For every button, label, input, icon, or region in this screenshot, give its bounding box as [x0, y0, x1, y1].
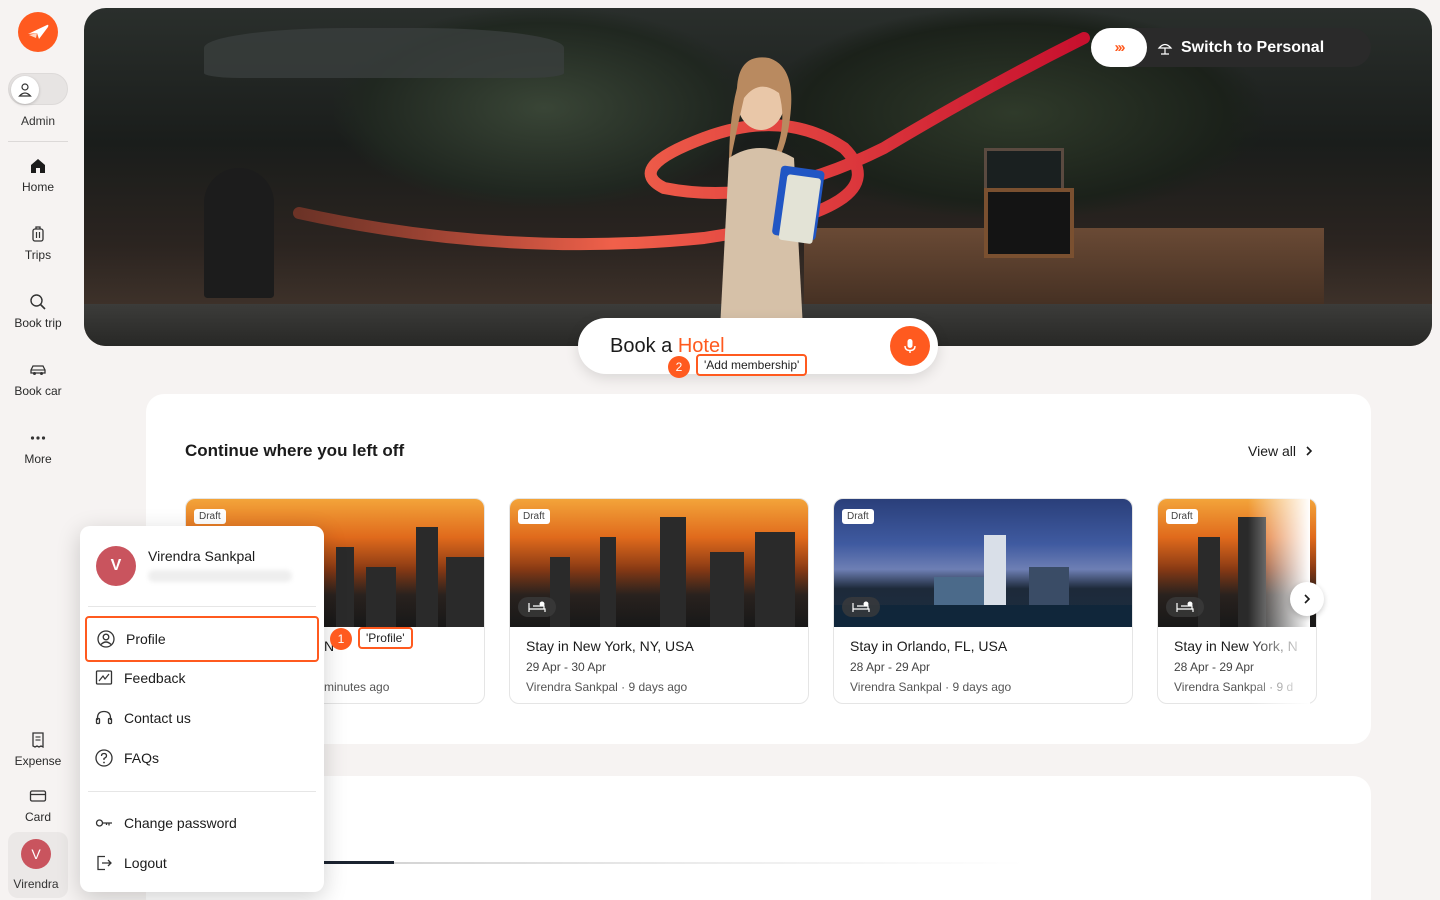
- menu-item-faqs[interactable]: FAQs: [94, 738, 310, 778]
- avatar[interactable]: V: [21, 839, 51, 869]
- user-label: Virendra: [13, 877, 59, 891]
- card-meta: minutes ago: [324, 680, 390, 694]
- chevron-right-icon: [1306, 446, 1313, 456]
- menu-item-label: Contact us: [124, 710, 191, 726]
- search-prefix: Book a: [610, 335, 678, 357]
- trip-card[interactable]: Draft Stay in Orlando, FL, USA 28 Apr - …: [833, 498, 1133, 704]
- hotel-bed-icon: [842, 597, 880, 617]
- sidebar-item-book-car[interactable]: Book car: [0, 360, 76, 398]
- view-all-link[interactable]: View all: [1248, 443, 1314, 459]
- sidebar-item-label: Book car: [14, 384, 62, 398]
- question-icon: [95, 749, 113, 767]
- luggage-icon: [32, 226, 44, 242]
- sidebar-item-home[interactable]: Home: [0, 156, 76, 194]
- annotation-label: 'Profile': [358, 627, 413, 649]
- section-title: Continue where you left off: [185, 441, 405, 460]
- car-icon: [30, 365, 46, 375]
- hero-banner: ››› Switch to Personal: [84, 8, 1432, 346]
- sidebar-item-label: Book trip: [14, 316, 62, 330]
- menu-item-logout[interactable]: Logout: [94, 843, 310, 883]
- home-icon: [31, 159, 45, 173]
- sidebar-item-label: More: [24, 452, 52, 466]
- menu-item-profile[interactable]: Profile: [85, 616, 319, 662]
- hotel-bed-icon: [1166, 597, 1204, 617]
- menu-item-label: Profile: [126, 631, 166, 647]
- card-image: Draft: [834, 499, 1132, 627]
- progress-track: [324, 862, 1024, 864]
- beach-umbrella-icon: [1157, 43, 1173, 55]
- secondary-section: [146, 776, 1371, 900]
- chevron-right-icon: [1304, 594, 1311, 604]
- card-dates: 28 Apr - 29 Apr: [850, 660, 931, 674]
- sidebar-item-expense[interactable]: Expense: [0, 730, 76, 768]
- receipt-icon: [32, 732, 44, 749]
- sidebar-item-label: Card: [24, 810, 51, 824]
- annotation-label: 'Add membership': [696, 354, 808, 376]
- user-name: Virendra Sankpal: [148, 548, 256, 564]
- app-logo[interactable]: [18, 12, 58, 52]
- draft-badge: Draft: [194, 509, 226, 524]
- credit-card-icon: [29, 790, 47, 802]
- menu-item-contact-us[interactable]: Contact us: [94, 698, 310, 738]
- admin-toggle[interactable]: [8, 73, 68, 105]
- microphone-icon: [904, 339, 916, 353]
- menu-item-label: Logout: [124, 855, 167, 871]
- forward-arrows-icon: ›››: [1091, 28, 1147, 67]
- hero-woman-illustration: [719, 57, 825, 346]
- sidebar-item-label: Expense: [14, 754, 62, 768]
- card-dates: 29 Apr - 30 Apr: [526, 660, 607, 674]
- progress-indicator: [324, 861, 394, 864]
- admin-label: Admin: [20, 114, 55, 128]
- draft-badge: Draft: [1166, 509, 1198, 524]
- logout-icon: [97, 855, 112, 871]
- sidebar-item-trips[interactable]: Trips: [0, 224, 76, 262]
- hotel-bed-icon: [518, 597, 556, 617]
- menu-item-label: Change password: [124, 815, 237, 831]
- menu-divider: [88, 791, 316, 792]
- plane-logo-icon: [28, 24, 49, 39]
- sidebar-divider: [8, 141, 68, 142]
- menu-item-feedback[interactable]: Feedback: [94, 658, 310, 698]
- switch-to-personal-button[interactable]: ››› Switch to Personal: [1091, 28, 1371, 67]
- card-meta: Virendra Sankpal · 9 days ago: [526, 680, 688, 694]
- headset-icon: [95, 710, 113, 725]
- key-icon: [95, 819, 112, 827]
- view-all-label: View all: [1248, 443, 1296, 459]
- menu-divider: [88, 606, 316, 607]
- carousel-next-button[interactable]: [1290, 582, 1324, 616]
- avatar: V: [96, 546, 136, 586]
- card-dates: 28 Apr - 29 Apr: [1174, 660, 1255, 674]
- menu-item-change-password[interactable]: Change password: [94, 803, 310, 843]
- sidebar-item-label: Home: [21, 180, 54, 194]
- more-dots-icon: [30, 436, 46, 440]
- draft-badge: Draft: [518, 509, 550, 524]
- card-title: Stay in Orlando, FL, USA: [850, 638, 1008, 654]
- sidebar-item-book-trip[interactable]: Book trip: [0, 292, 76, 330]
- user-icon: [11, 76, 39, 104]
- card-title: Stay in New York, NY, USA: [526, 638, 694, 654]
- annotation-marker: 1: [330, 628, 352, 650]
- annotation-marker: 2: [668, 356, 690, 378]
- switch-label: Switch to Personal: [1181, 38, 1325, 56]
- card-image: Draft: [510, 499, 808, 627]
- sidebar-item-card[interactable]: Card: [0, 786, 76, 824]
- feedback-icon: [95, 670, 113, 685]
- menu-item-label: Feedback: [124, 670, 186, 686]
- profile-icon: [97, 630, 115, 648]
- card-meta: Virendra Sankpal · 9 days ago: [850, 680, 1012, 694]
- user-email-redacted: [148, 570, 292, 582]
- sidebar: Admin Home Trips Book trip Book car More…: [0, 0, 76, 900]
- draft-badge: Draft: [842, 509, 874, 524]
- menu-item-label: FAQs: [124, 750, 160, 766]
- sidebar-item-more[interactable]: More: [0, 428, 76, 466]
- microphone-button[interactable]: [890, 326, 930, 366]
- user-menu: V Virendra Sankpal Profile Feedback Cont…: [80, 526, 324, 892]
- sidebar-item-label: Trips: [24, 248, 52, 262]
- trip-card[interactable]: Draft Stay in New York, NY, USA 29 Apr -…: [509, 498, 809, 704]
- search-icon: [30, 294, 46, 310]
